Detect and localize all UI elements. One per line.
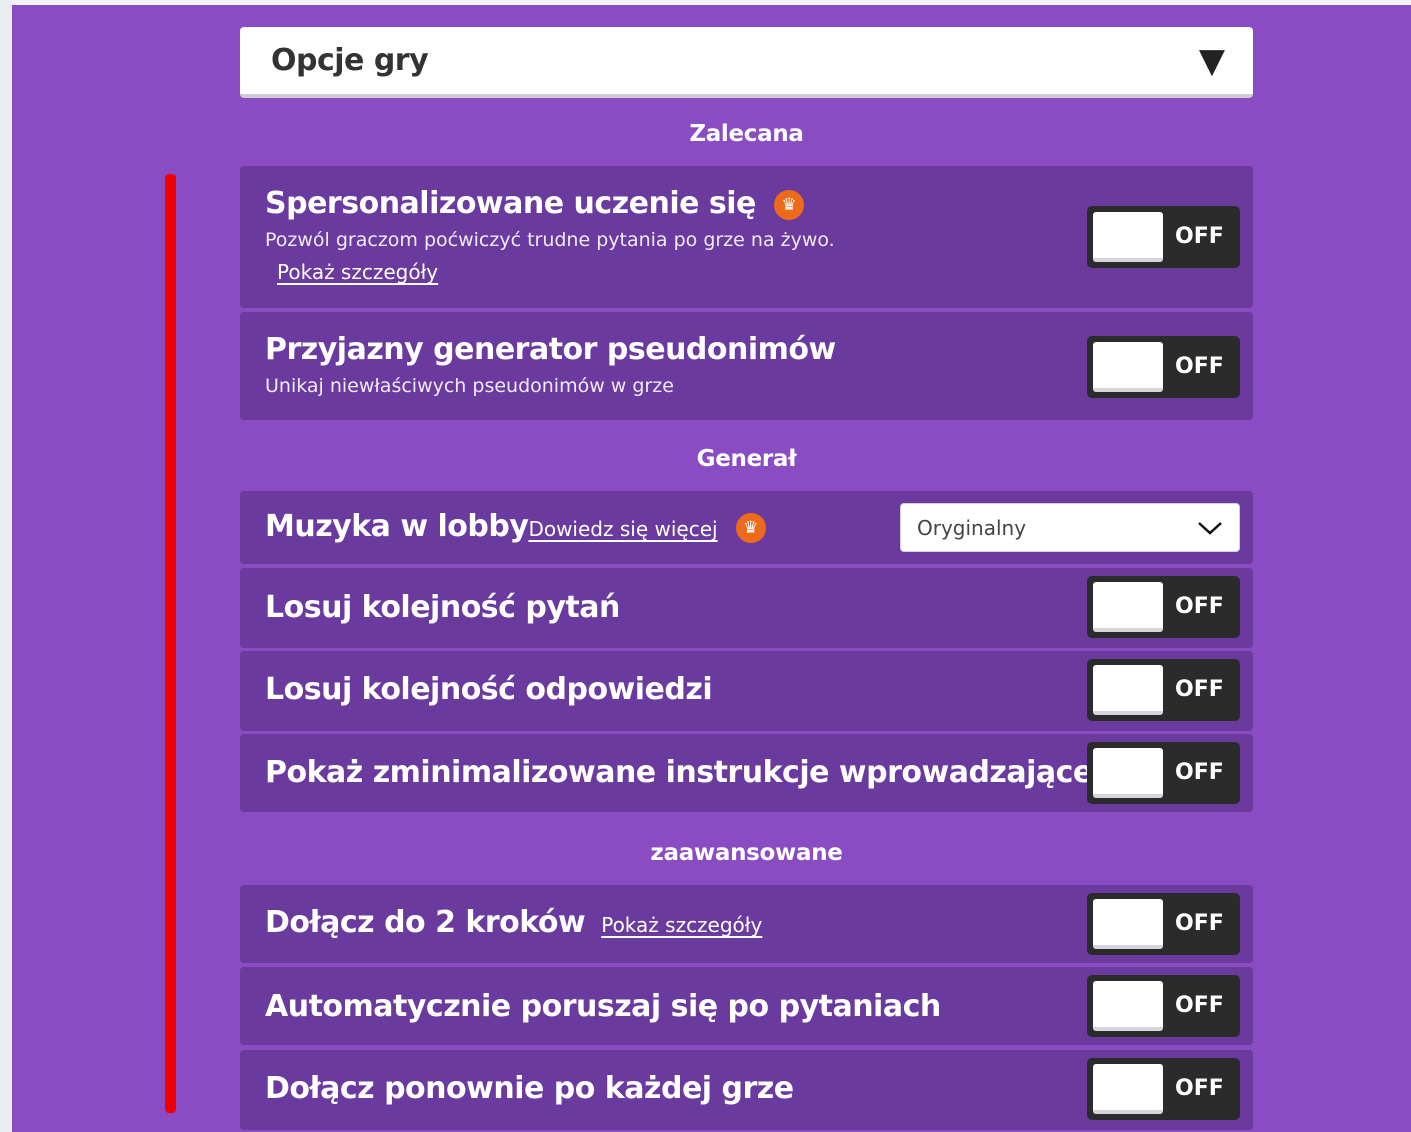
personalized-learning-label: Spersonalizowane uczenie się xyxy=(265,186,756,221)
auto-move-label: Automatycznie poruszaj się po pytaniach xyxy=(265,989,941,1024)
personalized-learning-toggle[interactable]: OFF xyxy=(1087,206,1240,268)
row-auto-move: Automatycznie poruszaj się po pytaniach … xyxy=(240,967,1253,1045)
shuffle-answers-label: Losuj kolejność odpowiedzi xyxy=(265,672,713,707)
red-highlight-bar xyxy=(165,174,176,1113)
row-friendly-nickname-generator: Przyjazny generator pseudonimów Unikaj n… xyxy=(240,312,1253,420)
toggle-state-label: OFF xyxy=(1175,594,1224,619)
row-title: Spersonalizowane uczenie się ♛ xyxy=(265,186,804,221)
toggle-knob xyxy=(1093,342,1163,392)
lobby-music-select[interactable]: Oryginalny xyxy=(900,503,1240,552)
section-title-general: Generał xyxy=(696,446,797,472)
toggle-state-label: OFF xyxy=(1175,677,1224,702)
crown-icon: ♛ xyxy=(773,189,804,220)
two-step-join-label: Dołącz do 2 kroków xyxy=(265,905,586,940)
two-step-join-toggle[interactable]: OFF xyxy=(1087,893,1240,955)
toggle-knob xyxy=(1093,582,1163,632)
row-title: Muzyka w lobbyDowiedz się więcej ♛ xyxy=(265,509,766,544)
toggle-state-label: OFF xyxy=(1175,1076,1224,1101)
collapse-triangle-icon[interactable]: ▼ xyxy=(1199,44,1225,78)
shuffle-answers-toggle[interactable]: OFF xyxy=(1087,659,1240,721)
toggle-state-label: OFF xyxy=(1175,760,1224,785)
minimized-intro-toggle[interactable]: OFF xyxy=(1087,742,1240,804)
show-details-link[interactable]: Pokaż szczegóły xyxy=(601,913,762,937)
learn-more-link[interactable]: Dowiedz się więcej xyxy=(528,517,717,541)
crown-icon: ♛ xyxy=(735,512,766,543)
toggle-knob xyxy=(1093,981,1163,1031)
toggle-knob xyxy=(1093,748,1163,798)
toggle-knob xyxy=(1093,899,1163,949)
rejoin-after-game-toggle[interactable]: OFF xyxy=(1087,1058,1240,1120)
toggle-knob xyxy=(1093,665,1163,715)
lobby-music-label: Muzyka w lobby xyxy=(265,509,529,544)
row-personalized-learning: Spersonalizowane uczenie się ♛ Pozwól gr… xyxy=(240,166,1253,308)
section-title-advanced: zaawansowane xyxy=(650,840,843,866)
toggle-state-label: OFF xyxy=(1175,993,1224,1018)
page-title: Opcje gry xyxy=(271,43,429,78)
chevron-down-icon xyxy=(1197,520,1223,536)
section-title-recommended: Zalecana xyxy=(689,121,804,147)
row-minimized-intro: Pokaż zminimalizowane instrukcje wprowad… xyxy=(240,734,1253,812)
shuffle-questions-label: Losuj kolejność pytań xyxy=(265,590,620,625)
row-two-step-join: Dołącz do 2 kroków Pokaż szczegóły OFF xyxy=(240,885,1253,963)
friendly-nickname-toggle[interactable]: OFF xyxy=(1087,336,1240,398)
toggle-state-label: OFF xyxy=(1175,354,1224,379)
toggle-knob xyxy=(1093,1064,1163,1114)
toggle-state-label: OFF xyxy=(1175,224,1224,249)
game-options-header[interactable]: Opcje gry ▼ xyxy=(240,27,1253,98)
row-subtitle: Unikaj niewłaściwych pseudonimów w grze xyxy=(265,375,674,397)
row-lobby-music: Muzyka w lobbyDowiedz się więcej ♛ Orygi… xyxy=(240,491,1253,564)
toggle-state-label: OFF xyxy=(1175,911,1224,936)
game-options-panel: Opcje gry ▼ Zalecana Spersonalizowane uc… xyxy=(12,0,1411,1132)
toggle-knob xyxy=(1093,212,1163,262)
row-subtitle: Pozwól graczom poćwiczyć trudne pytania … xyxy=(265,229,835,251)
lobby-music-selected-value: Oryginalny xyxy=(917,515,1027,540)
minimized-intro-label: Pokaż zminimalizowane instrukcje wprowad… xyxy=(265,755,1093,790)
auto-move-toggle[interactable]: OFF xyxy=(1087,975,1240,1037)
friendly-nickname-label: Przyjazny generator pseudonimów xyxy=(265,332,836,367)
row-title: Dołącz do 2 kroków Pokaż szczegóły xyxy=(265,905,762,940)
row-rejoin-after-game: Dołącz ponownie po każdej grze OFF xyxy=(240,1050,1253,1130)
row-shuffle-answers: Losuj kolejność odpowiedzi OFF xyxy=(240,651,1253,731)
rejoin-after-game-label: Dołącz ponownie po każdej grze xyxy=(265,1071,794,1106)
show-details-link[interactable]: Pokaż szczegóły xyxy=(277,260,438,284)
row-shuffle-questions: Losuj kolejność pytań OFF xyxy=(240,568,1253,648)
shuffle-questions-toggle[interactable]: OFF xyxy=(1087,576,1240,638)
